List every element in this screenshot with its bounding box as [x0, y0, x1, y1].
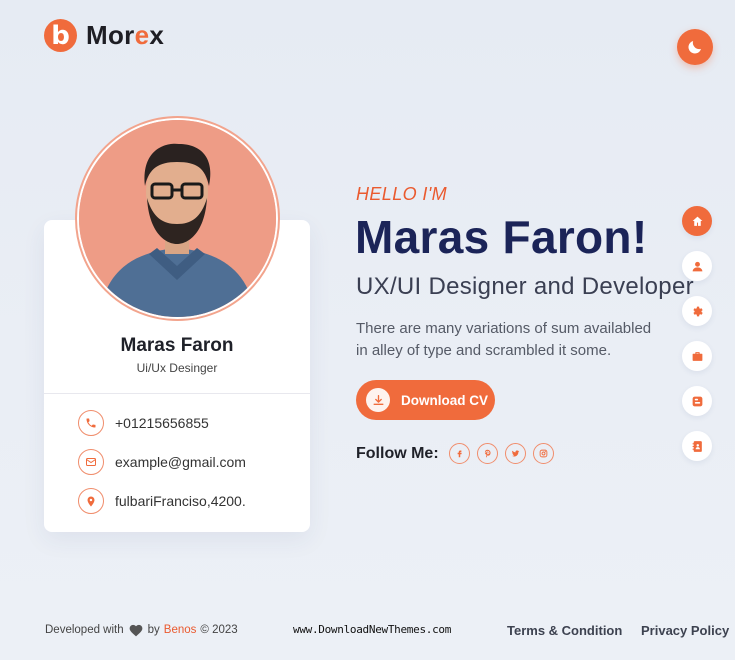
- download-icon: [366, 388, 390, 412]
- terms-link[interactable]: Terms & Condition: [507, 623, 622, 638]
- footer-by: by: [147, 624, 160, 636]
- avatar: [79, 120, 276, 317]
- hero-greeting: HELLO I'M: [356, 184, 448, 204]
- profile-role: Ui/Ux Desinger: [136, 361, 218, 375]
- contact-email[interactable]: example@gmail.com: [78, 449, 246, 475]
- mail-icon: [78, 449, 104, 475]
- privacy-link[interactable]: Privacy Policy: [641, 623, 729, 638]
- side-nav-contact[interactable]: [682, 431, 712, 461]
- footer-developed-with: Developed with: [45, 624, 124, 636]
- contact-book-icon: [692, 440, 702, 452]
- avatar-ring: [75, 116, 280, 321]
- hero-description: There are many variations of sum availab…: [356, 320, 652, 359]
- gear-icon: [692, 306, 703, 316]
- contact-location[interactable]: fulbariFranciso,4200.: [78, 488, 246, 514]
- heart-icon: [129, 624, 143, 637]
- side-nav-portfolio[interactable]: [682, 341, 712, 371]
- contact-email-text: example@gmail.com: [115, 454, 246, 470]
- brand-logo[interactable]: b Morex: [44, 19, 164, 52]
- download-cv-button[interactable]: Download CV: [356, 380, 495, 420]
- hero-name: Maras Faron!: [355, 211, 648, 263]
- pinterest-icon[interactable]: [476, 443, 498, 464]
- follow-label: Follow Me:: [356, 444, 439, 462]
- profile-name: Maras Faron: [120, 335, 234, 356]
- brand-name-accent: e: [134, 20, 150, 50]
- facebook-icon[interactable]: [448, 443, 470, 464]
- side-nav-about[interactable]: [682, 251, 712, 281]
- footer-author-link[interactable]: Benos: [164, 624, 197, 636]
- contact-location-text: fulbariFranciso,4200.: [115, 493, 246, 509]
- download-cv-label: Download CV: [401, 392, 488, 408]
- card-divider: [44, 393, 310, 394]
- side-nav-services[interactable]: [682, 296, 712, 326]
- brand-name-part2: x: [149, 20, 165, 50]
- logo-letter: b: [51, 20, 70, 51]
- briefcase-icon: [692, 351, 702, 361]
- moon-icon: [688, 41, 701, 54]
- brand-name-part1: Mor: [86, 20, 135, 50]
- home-icon: [692, 216, 702, 226]
- phone-icon: [78, 410, 104, 436]
- logo-mark-icon: b: [44, 19, 77, 52]
- blog-icon: [692, 396, 702, 406]
- contact-phone[interactable]: +01215656855: [78, 410, 209, 436]
- side-nav-home[interactable]: [682, 206, 712, 236]
- user-icon: [692, 261, 702, 271]
- hero-title: UX/UI Designer and Developer: [356, 273, 694, 300]
- watermark-text: www.DownloadNewThemes.com: [293, 623, 452, 636]
- brand-name: Morex: [86, 20, 164, 51]
- follow-me: Follow Me:: [356, 443, 561, 464]
- instagram-icon[interactable]: [532, 443, 554, 464]
- side-nav-blog[interactable]: [682, 386, 712, 416]
- theme-toggle-button[interactable]: [677, 29, 713, 65]
- contact-phone-text: +01215656855: [115, 415, 209, 431]
- twitter-icon[interactable]: [504, 443, 526, 464]
- location-pin-icon: [78, 488, 104, 514]
- footer-credit: Developed with by Benos © 2023: [45, 623, 238, 637]
- footer-copyright: © 2023: [200, 624, 238, 636]
